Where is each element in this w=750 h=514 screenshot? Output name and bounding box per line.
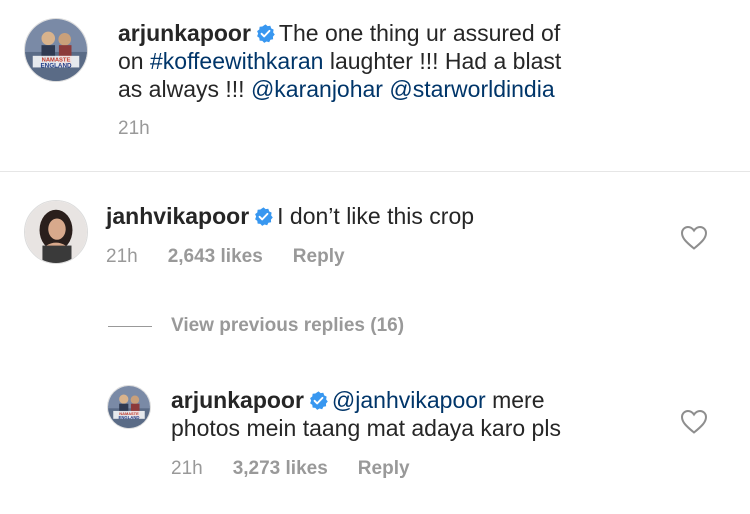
- reply-meta: 21h 3,273 likes Reply: [171, 458, 440, 480]
- reply-author-username[interactable]: arjunkapoor: [171, 387, 304, 413]
- caption-line-1: arjunkapoor The one thing ur assured of: [118, 19, 561, 47]
- reply-author-avatar[interactable]: NAMASTE ENGLAND: [107, 385, 151, 429]
- comment: janhvikapoor I don’t like this crop: [106, 202, 474, 230]
- caption-text-2b: laughter !!! Had a blast: [323, 48, 562, 74]
- comment-line: janhvikapoor I don’t like this crop: [106, 202, 474, 230]
- mention-link-starworldindia[interactable]: @starworldindia: [389, 76, 554, 102]
- verified-badge-icon: [253, 206, 274, 227]
- view-previous-replies[interactable]: View previous replies (16): [108, 313, 404, 339]
- avatar-text-bottom: ENGLAND: [40, 62, 72, 69]
- reply-timestamp: 21h: [171, 458, 203, 479]
- verified-badge-icon: [308, 390, 329, 411]
- hashtag-link[interactable]: #koffeewithkaran: [150, 48, 323, 74]
- caption-line-3: as always !!! @karanjohar @starworldindi…: [118, 75, 561, 103]
- reply-likes[interactable]: 3,273 likes: [233, 458, 328, 479]
- post-meta: 21h: [118, 118, 180, 140]
- view-previous-replies-label[interactable]: View previous replies (16): [171, 315, 404, 337]
- reply-reply-button[interactable]: Reply: [358, 458, 410, 479]
- mention-link-karanjohar[interactable]: @karanjohar: [251, 76, 383, 102]
- post-author-avatar[interactable]: NAMASTE ENGLAND: [24, 18, 88, 82]
- post-caption: arjunkapoor The one thing ur assured of o…: [118, 19, 561, 103]
- caption-line-2: on #koffeewithkaran laughter !!! Had a b…: [118, 47, 561, 75]
- reply: arjunkapoor @janhvikapoor mere photos mei…: [171, 386, 561, 442]
- commenter-avatar[interactable]: [24, 200, 88, 264]
- verified-badge-icon: [255, 23, 276, 44]
- reply-line-2: photos mein taang mat adaya karo pls: [171, 414, 561, 442]
- mention-link-janhvikapoor[interactable]: @janhvikapoor: [332, 387, 486, 413]
- post-timestamp: 21h: [118, 118, 150, 139]
- caption-text-1: The one thing ur assured of: [278, 20, 561, 46]
- reply-text-1: mere: [485, 387, 545, 413]
- heart-outline-icon[interactable]: [680, 409, 708, 435]
- caption-text-3: as always !!!: [118, 76, 251, 102]
- caption-text-2a: on: [118, 48, 150, 74]
- reply-line-1: arjunkapoor @janhvikapoor mere: [171, 386, 561, 414]
- comment-likes[interactable]: 2,643 likes: [168, 246, 263, 267]
- post-author-username[interactable]: arjunkapoor: [118, 20, 251, 46]
- commenter-username[interactable]: janhvikapoor: [106, 203, 249, 229]
- comment-meta: 21h 2,643 likes Reply: [106, 246, 375, 268]
- comment-reply-button[interactable]: Reply: [293, 246, 345, 267]
- comment-text: I don’t like this crop: [277, 203, 475, 229]
- heart-outline-icon[interactable]: [680, 225, 708, 251]
- reply-text-2: photos mein taang mat adaya karo pls: [171, 415, 561, 441]
- avatar-text-bottom: ENGLAND: [118, 415, 139, 420]
- comment-timestamp: 21h: [106, 246, 138, 267]
- replies-line-divider: [108, 325, 152, 327]
- caption-divider: [0, 171, 750, 172]
